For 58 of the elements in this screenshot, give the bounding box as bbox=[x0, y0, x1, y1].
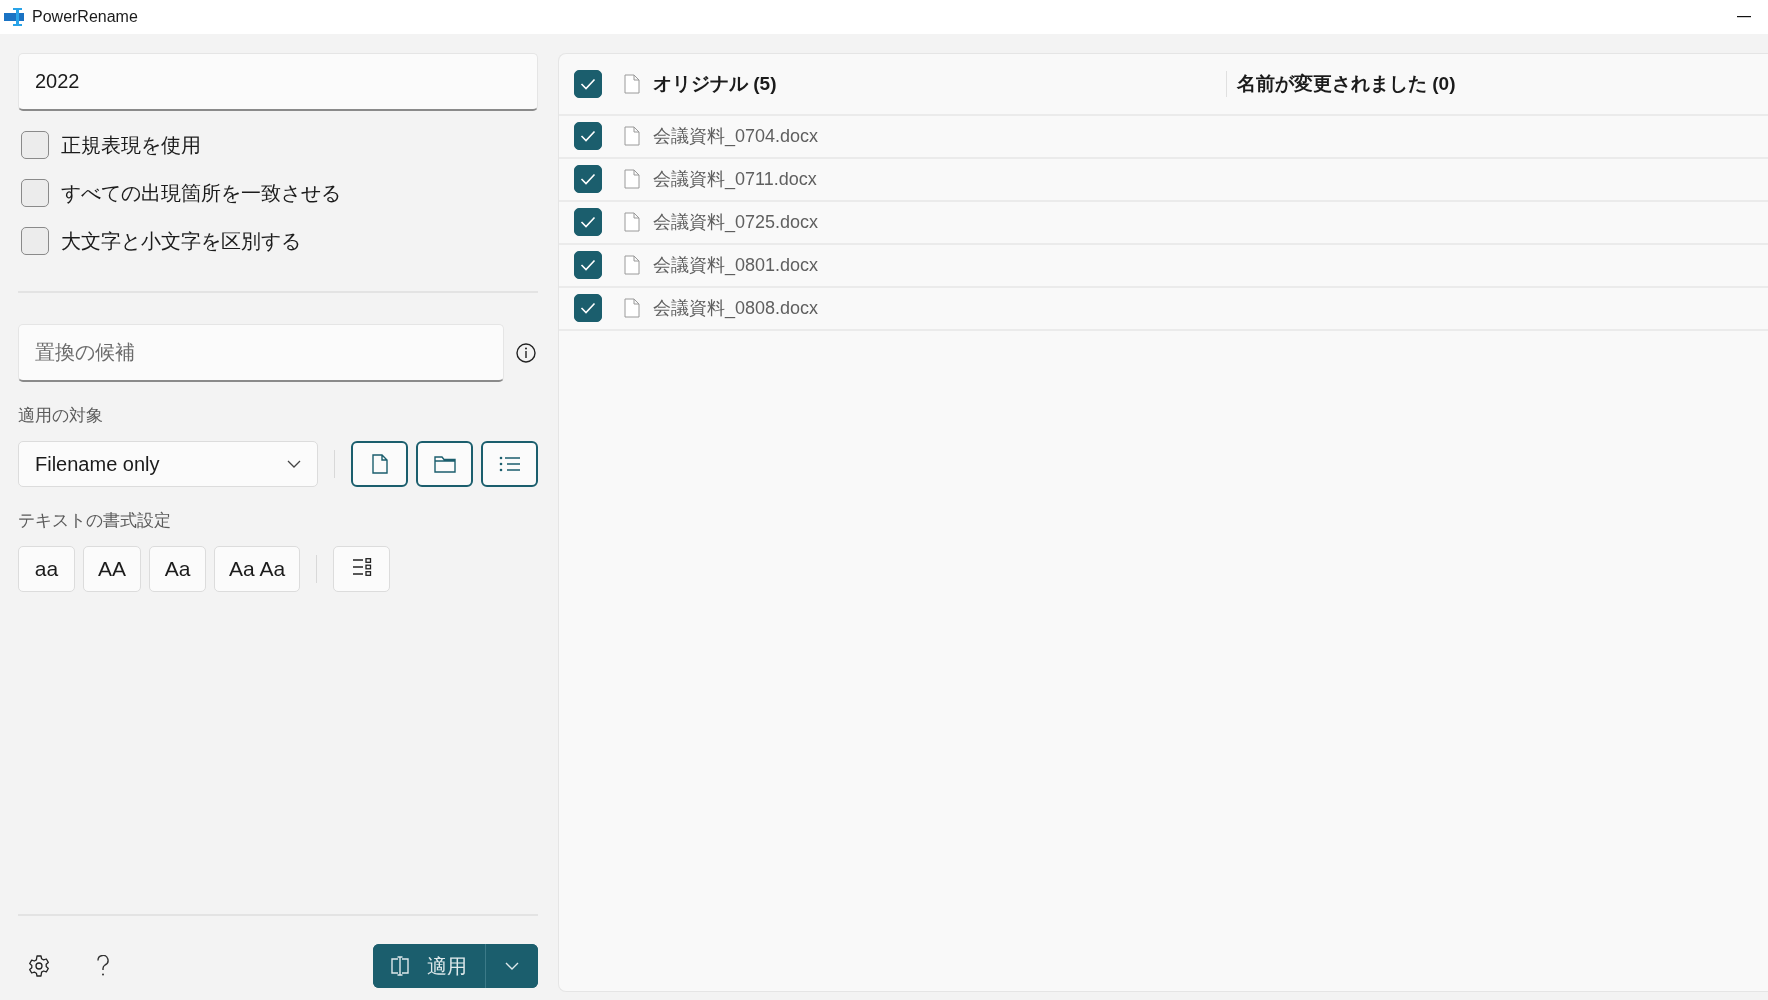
file-name: 会議資料_0711.docx bbox=[653, 168, 817, 191]
app-icon bbox=[4, 8, 24, 26]
minimize-icon bbox=[1737, 16, 1751, 18]
file-icon bbox=[624, 169, 640, 189]
enumerate-button[interactable] bbox=[333, 546, 391, 592]
case-button[interactable]: Aa bbox=[149, 546, 206, 592]
window-title: PowerRename bbox=[32, 8, 138, 26]
chevron-icon bbox=[505, 962, 519, 970]
toggle-button[interactable] bbox=[481, 441, 538, 487]
checkbox[interactable] bbox=[21, 179, 49, 207]
checkmark-icon bbox=[580, 302, 596, 314]
checkbox-label: 正規表現を使用 bbox=[61, 132, 201, 158]
file-icon bbox=[624, 74, 640, 94]
file-name: 会議資料_0808.docx bbox=[653, 297, 819, 320]
checkbox[interactable] bbox=[574, 208, 602, 236]
enumerate-icon bbox=[351, 558, 372, 576]
checkbox[interactable] bbox=[21, 131, 49, 159]
checkbox[interactable] bbox=[574, 251, 602, 279]
section-label: テキストの書式設定 bbox=[18, 510, 172, 532]
rename-icon bbox=[389, 955, 411, 977]
checkmark-icon bbox=[580, 173, 596, 185]
case-button[interactable]: Aa Aa bbox=[214, 546, 301, 592]
scope-dropdown[interactable]: Filename only bbox=[18, 441, 318, 487]
file-name: 会議資料_0704.docx bbox=[653, 125, 819, 148]
select-all-checkbox[interactable] bbox=[574, 70, 602, 98]
chevron-icon bbox=[287, 460, 301, 468]
checkmark-icon bbox=[580, 216, 596, 228]
checkbox-label: すべての出現箇所を一致させる bbox=[61, 180, 341, 206]
section-label: 適用の対象 bbox=[18, 405, 104, 427]
checkbox[interactable] bbox=[21, 227, 49, 255]
replace-field[interactable]: 置換の候補 bbox=[18, 324, 504, 382]
checkmark-icon bbox=[580, 78, 596, 90]
file-icon bbox=[624, 255, 640, 275]
column-header: 名前が変更されました (0) bbox=[1237, 72, 1456, 96]
folder-icon bbox=[433, 455, 456, 473]
checkmark-icon bbox=[580, 259, 596, 271]
checkbox[interactable] bbox=[574, 122, 602, 150]
checkbox[interactable] bbox=[574, 165, 602, 193]
info-icon[interactable] bbox=[514, 341, 538, 365]
settings-icon bbox=[27, 954, 51, 978]
column-header: オリジナル (5) bbox=[653, 72, 777, 96]
file-icon bbox=[371, 454, 388, 474]
list-icon bbox=[498, 456, 521, 472]
file-icon bbox=[624, 212, 640, 232]
case-button[interactable]: aa bbox=[18, 546, 75, 592]
help-icon bbox=[96, 955, 110, 977]
toggle-button[interactable] bbox=[416, 441, 473, 487]
checkbox[interactable] bbox=[574, 294, 602, 322]
checkmark-icon bbox=[580, 130, 596, 142]
apply-button[interactable]: 適用 bbox=[373, 944, 486, 988]
file-name: 会議資料_0801.docx bbox=[653, 254, 819, 277]
search-field[interactable]: 2022 bbox=[18, 53, 538, 111]
file-name: 会議資料_0725.docx bbox=[653, 211, 819, 234]
checkbox-label: 大文字と小文字を区別する bbox=[61, 228, 301, 254]
case-button[interactable]: AA bbox=[83, 546, 141, 592]
file-icon bbox=[624, 298, 640, 318]
toggle-button[interactable] bbox=[351, 441, 408, 487]
file-icon bbox=[624, 126, 640, 146]
